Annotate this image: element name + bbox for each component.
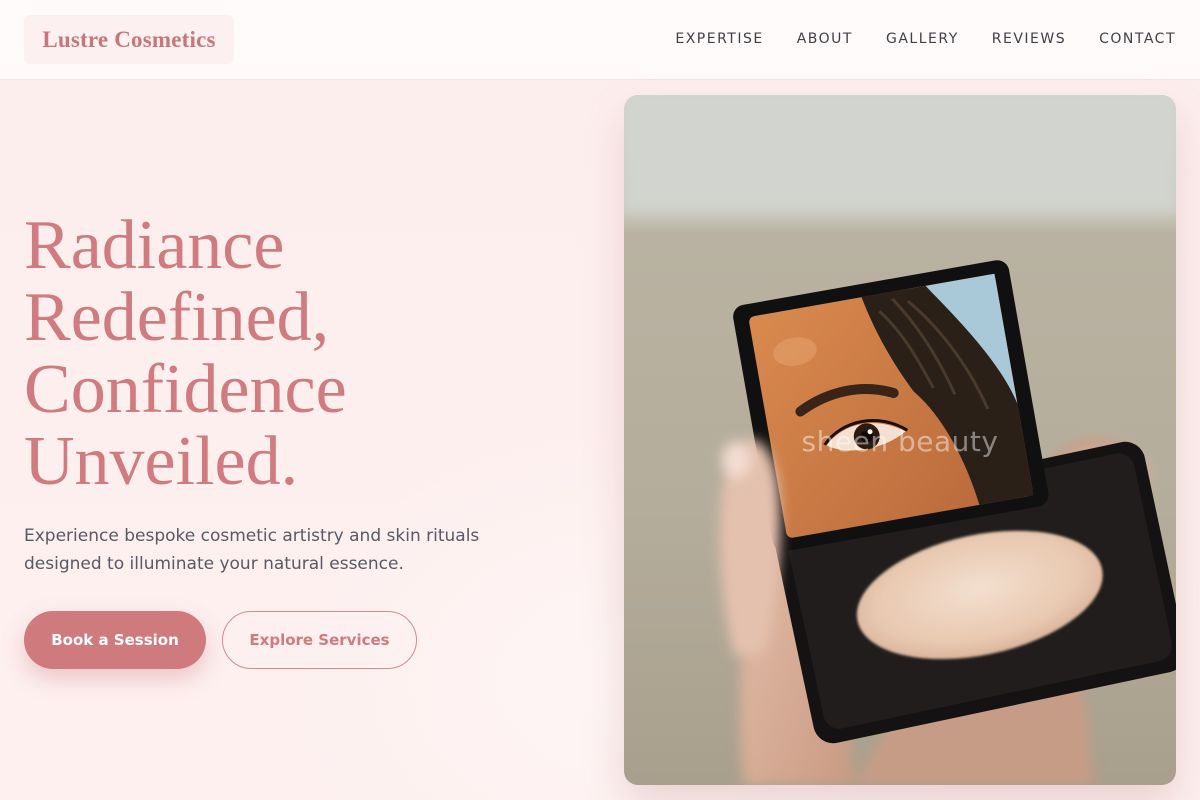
hero-image: sheen beauty [624,95,1176,785]
explore-services-button[interactable]: Explore Services [222,611,417,669]
hero-title-line: Confidence [24,351,347,428]
nav-link-reviews[interactable]: REVIEWS [992,31,1066,47]
brand-logo[interactable]: Lustre Cosmetics [24,15,234,64]
book-session-button[interactable]: Book a Session [24,611,206,669]
main-nav: EXPERTISE ABOUT GALLERY REVIEWS CONTACT [642,0,1176,78]
hero-subtitle: Experience bespoke cosmetic artistry and… [24,526,480,574]
nav-link-about[interactable]: ABOUT [797,31,853,47]
site-header: Lustre Cosmetics EXPERTISE ABOUT GALLERY… [0,0,1200,80]
nav-link-gallery[interactable]: GALLERY [886,31,959,47]
image-watermark: sheen beauty [801,425,999,458]
hero-title-line: Radiance [24,207,285,284]
nav-link-contact[interactable]: CONTACT [1099,31,1176,47]
hero-title: Radiance Redefined, Confidence Unveiled. [24,210,584,498]
hero-title-line: Unveiled. [24,423,299,500]
nav-link-expertise[interactable]: EXPERTISE [675,31,763,47]
hero-title-line: Redefined, [24,279,330,356]
